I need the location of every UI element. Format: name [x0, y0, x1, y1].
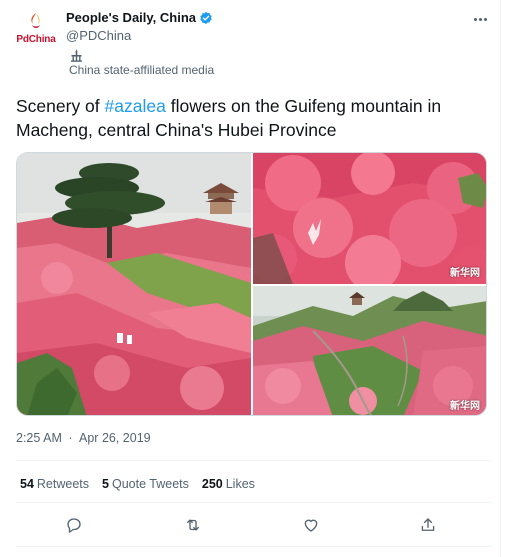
state-media-flag-icon: [71, 49, 82, 62]
tweet-date: Apr 26, 2019: [79, 431, 151, 445]
photo-azalea-field[interactable]: 新华网: [253, 153, 486, 284]
photo-watermark: 新华网: [450, 268, 480, 279]
avatar-brand-text: PdChina: [16, 34, 56, 45]
share-icon[interactable]: [416, 513, 440, 537]
tweet-actions: [16, 510, 492, 540]
like-icon[interactable]: [299, 513, 323, 537]
retweets-label: Retweets: [36, 477, 90, 491]
tweet-detail: PdChina People's Daily, China @PDChina C…: [0, 0, 501, 557]
state-affiliated-label[interactable]: China state-affiliated media: [69, 62, 214, 78]
retweets-count: 54: [20, 477, 34, 491]
divider: [16, 460, 492, 461]
retweets-stat[interactable]: 54 Retweets: [20, 476, 89, 492]
hashtag-link[interactable]: #azalea: [105, 96, 166, 116]
author-handle[interactable]: @PDChina: [66, 28, 131, 44]
tweet-time: 2:25 AM: [16, 431, 62, 445]
tweet-timestamp[interactable]: 2:25 AM · Apr 26, 2019: [16, 430, 151, 446]
verified-badge-icon: [200, 11, 212, 25]
author-display-name[interactable]: People's Daily, China: [66, 10, 196, 26]
tweet-text: Scenery of #azalea flowers on the Guifen…: [16, 94, 492, 142]
divider: [16, 502, 492, 503]
media-grid: 新华网 新华网: [16, 152, 487, 416]
author-avatar[interactable]: PdChina: [15, 10, 57, 52]
quote-tweets-count: 5: [102, 477, 109, 491]
tweet-stats: 54 Retweets 5 Quote Tweets 250 Likes: [20, 476, 268, 492]
quote-tweets-label: Quote Tweets: [111, 477, 189, 491]
reply-icon[interactable]: [62, 513, 86, 537]
tweet-text-start: Scenery of: [16, 96, 105, 116]
photo-mountain-valley[interactable]: 新华网: [253, 286, 486, 415]
divider: [16, 546, 492, 547]
pdchina-logo-icon: [31, 13, 40, 28]
likes-stat[interactable]: 250 Likes: [202, 476, 255, 492]
quote-tweets-stat[interactable]: 5 Quote Tweets: [102, 476, 189, 492]
likes-label: Likes: [225, 477, 255, 491]
timestamp-separator: ·: [68, 431, 73, 445]
photo-watermark: 新华网: [450, 401, 480, 412]
retweet-icon[interactable]: [181, 513, 205, 537]
more-options-icon[interactable]: [468, 12, 492, 26]
photo-pine-pavilion[interactable]: [17, 153, 251, 415]
likes-count: 250: [201, 477, 223, 491]
photo-pine-pavilion-image: [17, 153, 251, 415]
